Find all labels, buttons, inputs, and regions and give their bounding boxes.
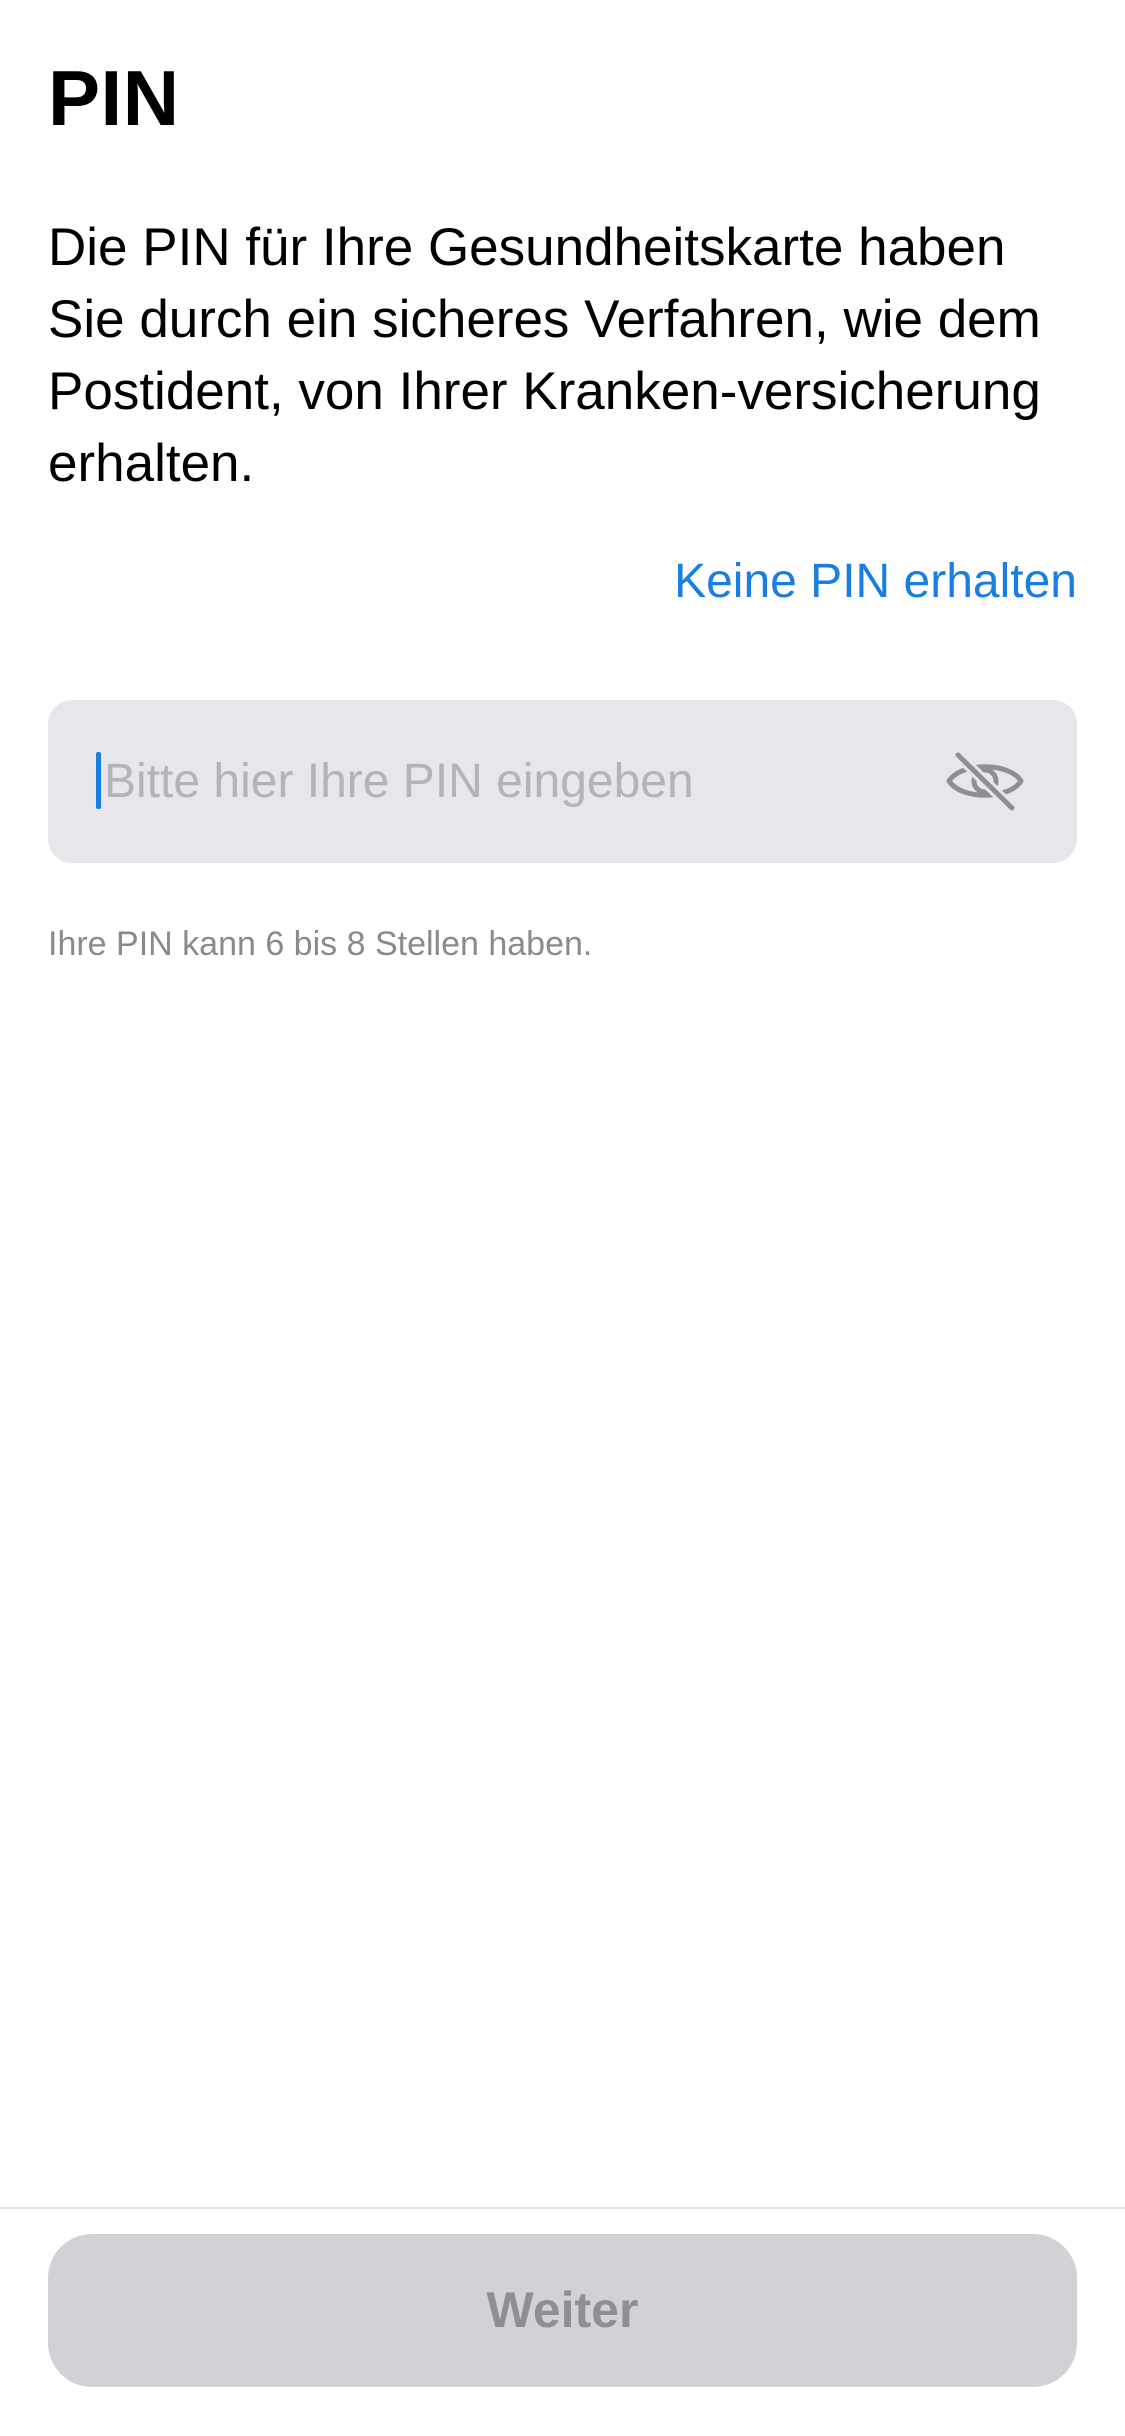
pin-length-hint: Ihre PIN kann 6 bis 8 Stellen haben. <box>48 925 593 963</box>
eye-slash-icon[interactable] <box>945 749 1025 814</box>
pin-field[interactable] <box>48 700 1077 863</box>
pin-entry-screen: PIN Die PIN für Ihre Gesundheitskarte ha… <box>0 0 1125 2436</box>
next-button[interactable]: Weiter <box>48 2234 1077 2387</box>
page-title: PIN <box>48 54 180 142</box>
intro-text: Die PIN für Ihre Gesundheitskarte haben … <box>48 218 1041 493</box>
pin-input[interactable] <box>98 700 948 863</box>
no-pin-received-link[interactable]: Keine PIN erhalten <box>674 552 1077 612</box>
footer-divider <box>0 2207 1125 2209</box>
